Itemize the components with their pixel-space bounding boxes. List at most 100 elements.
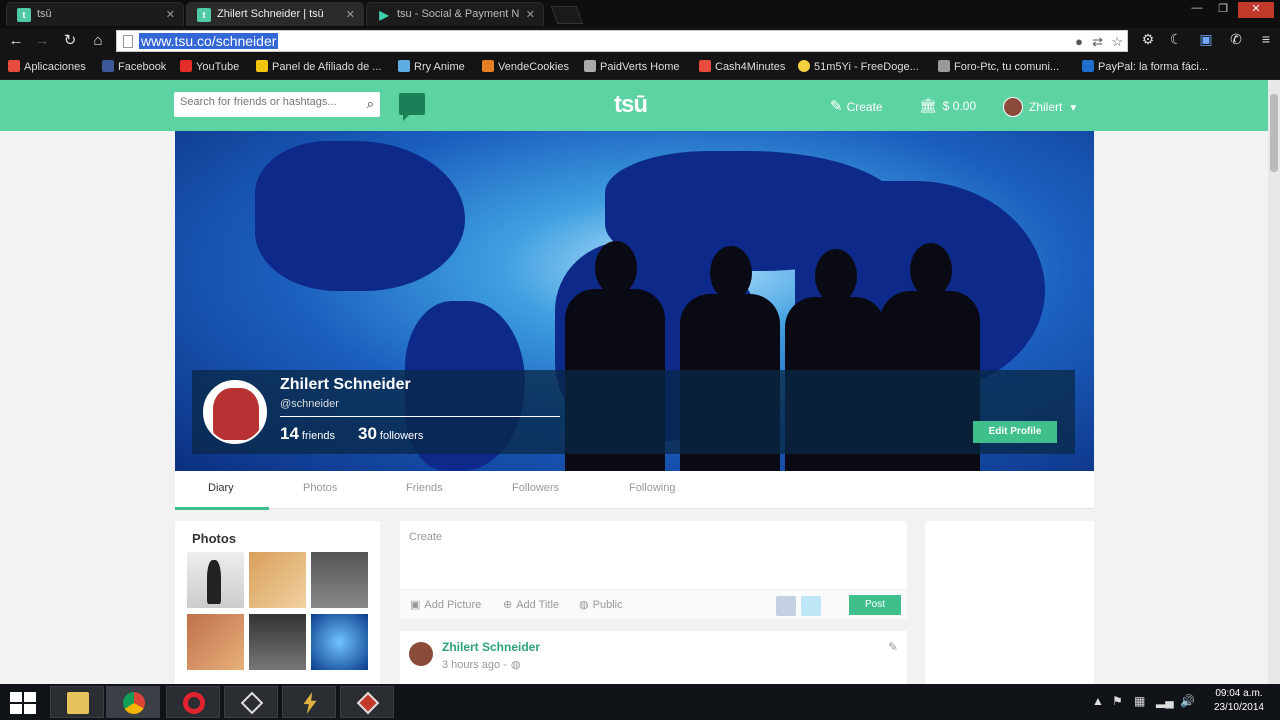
- site-logo[interactable]: tsū: [614, 91, 648, 119]
- tab-title: tsu - Social & Payment N: [397, 8, 520, 20]
- edit-profile-button[interactable]: Edit Profile: [973, 421, 1057, 443]
- chrome-icon: [123, 692, 145, 714]
- followers-count[interactable]: 30 followers: [358, 424, 423, 444]
- pin-icon[interactable]: ✎: [888, 640, 898, 654]
- composer-input[interactable]: Create: [409, 531, 442, 543]
- taskbar-app[interactable]: [282, 686, 336, 718]
- bookmark-star-icon[interactable]: ☆: [1111, 34, 1123, 50]
- translate-icon[interactable]: ⇄: [1092, 34, 1103, 50]
- close-tab-icon[interactable]: ✕: [346, 8, 355, 21]
- system-clock[interactable]: 09:04 a.m. 23/10/2014: [1214, 687, 1264, 715]
- bank-icon: 🏛: [919, 97, 937, 113]
- bookmark-panel[interactable]: Panel de Afiliado de ...: [256, 60, 381, 73]
- twitter-share-icon[interactable]: [801, 596, 821, 616]
- avatar[interactable]: [409, 642, 433, 666]
- scrollbar-thumb[interactable]: [1270, 94, 1278, 172]
- user-menu[interactable]: Zhilert ▼: [1003, 97, 1078, 117]
- browser-tab-tsu[interactable]: t tsū ✕: [6, 2, 184, 26]
- app-icon: [356, 691, 380, 715]
- close-window-icon[interactable]: ✕: [1238, 2, 1274, 18]
- photo-thumbnail[interactable]: [249, 614, 306, 670]
- photo-thumbnail[interactable]: [187, 614, 244, 670]
- map-north-america: [255, 141, 465, 291]
- tab-following[interactable]: Following: [629, 482, 675, 494]
- volume-icon[interactable]: 🔊: [1180, 694, 1195, 708]
- photo-thumbnail[interactable]: [187, 552, 244, 608]
- bookmark-freedoge[interactable]: 51m5Yi - FreeDoge...: [798, 60, 919, 73]
- profile-avatar[interactable]: [203, 380, 267, 444]
- post-time: 3 hours ago - ◍: [442, 659, 521, 671]
- moon-extension-icon[interactable]: ☾: [1166, 31, 1186, 51]
- bookmark-youtube[interactable]: YouTube: [180, 60, 239, 73]
- play-favicon-icon: ▶: [379, 8, 389, 22]
- visibility-button[interactable]: ◍ Public: [579, 598, 623, 611]
- windows-start-icon[interactable]: [10, 692, 38, 714]
- search-input[interactable]: [180, 96, 350, 108]
- taskbar-chrome[interactable]: [106, 686, 160, 718]
- bookmark-vendecookies[interactable]: VendeCookies: [482, 60, 569, 73]
- photo-thumbnail[interactable]: [249, 552, 306, 608]
- tray-expand-icon[interactable]: ▲: [1092, 694, 1104, 708]
- folder-icon: [67, 692, 89, 714]
- site-header: ⌕ tsū ✎Create 🏛$ 0.00 Zhilert▼: [0, 80, 1268, 131]
- taskbar-app[interactable]: [224, 686, 278, 718]
- bookmark-paidverts[interactable]: PaidVerts Home: [584, 60, 679, 73]
- browser-tab-profile[interactable]: t Zhilert Schneider | tsū ✕: [186, 2, 364, 26]
- new-tab-button[interactable]: [550, 6, 584, 24]
- home-icon[interactable]: ⌂: [88, 31, 108, 51]
- search-icon[interactable]: ⌕: [367, 96, 374, 112]
- extension-icon[interactable]: ⚙: [1138, 31, 1158, 51]
- taskbar-app[interactable]: [340, 686, 394, 718]
- taskbar-opera[interactable]: [166, 686, 220, 718]
- url-text[interactable]: www.tsu.co/schneider: [139, 33, 279, 49]
- reload-icon[interactable]: ↻: [60, 31, 80, 51]
- profile-handle: @schneider: [280, 398, 339, 410]
- messages-icon[interactable]: [399, 93, 425, 121]
- chat-extension-icon[interactable]: ✆: [1226, 31, 1246, 51]
- composer-card: Create ▣ Add Picture ⊕ Add Title ◍ Public P…: [400, 521, 907, 619]
- page-scrollbar[interactable]: [1268, 80, 1280, 684]
- flag-icon[interactable]: ⚑: [1112, 694, 1123, 708]
- back-icon[interactable]: ←: [6, 31, 26, 51]
- page-viewport: ⌕ tsū ✎Create 🏛$ 0.00 Zhilert▼ Zhilert S…: [0, 80, 1268, 684]
- close-tab-icon[interactable]: ✕: [166, 8, 175, 21]
- tab-diary[interactable]: Diary: [208, 482, 234, 494]
- translate-extension-icon[interactable]: ▣: [1196, 31, 1216, 51]
- tab-followers[interactable]: Followers: [512, 482, 559, 494]
- create-link[interactable]: ✎ Create: [830, 97, 883, 115]
- friends-count[interactable]: 14 friends: [280, 424, 335, 444]
- post-author[interactable]: Zhilert Schneider: [442, 640, 540, 654]
- microphone-icon[interactable]: ●: [1075, 34, 1083, 49]
- bookmark-cash4minutes[interactable]: Cash4Minutes: [699, 60, 785, 73]
- photo-thumbnail[interactable]: [311, 552, 368, 608]
- bookmark-apps[interactable]: Aplicaciones: [8, 60, 86, 73]
- photo-thumbnail[interactable]: [311, 614, 368, 670]
- taskbar-file-explorer[interactable]: [50, 686, 104, 718]
- balance-link[interactable]: 🏛 $ 0.00: [919, 97, 976, 114]
- bookmark-foro-ptc[interactable]: Foro-Ptc, tu comuni...: [938, 60, 1059, 73]
- panel-icon: [256, 60, 268, 72]
- address-bar[interactable]: www.tsu.co/schneider ● ⇄ ☆: [116, 30, 1128, 52]
- forward-icon[interactable]: →: [32, 31, 52, 51]
- bookmark-paypal[interactable]: PayPal: la forma fáci...: [1082, 60, 1208, 73]
- close-tab-icon[interactable]: ✕: [526, 8, 535, 21]
- facebook-share-icon[interactable]: [776, 596, 796, 616]
- tab-friends[interactable]: Friends: [406, 482, 443, 494]
- tab-photos[interactable]: Photos: [303, 482, 337, 494]
- windows-taskbar: ▲ ⚑ ▦ ▂▄ 🔊 09:04 a.m. 23/10/2014: [0, 684, 1280, 720]
- minimize-icon[interactable]: —: [1186, 2, 1208, 18]
- add-picture-button[interactable]: ▣ Add Picture: [410, 598, 481, 611]
- post-button[interactable]: Post: [849, 595, 901, 615]
- maximize-icon[interactable]: ❐: [1212, 2, 1234, 18]
- signal-icon[interactable]: ▂▄: [1156, 694, 1174, 708]
- browser-tab-social[interactable]: ▶ tsu - Social & Payment N ✕: [366, 2, 544, 26]
- network-icon[interactable]: ▦: [1134, 694, 1145, 708]
- apps-grid-icon: [8, 60, 20, 72]
- add-title-button[interactable]: ⊕ Add Title: [503, 598, 559, 611]
- browser-tab-strip: t tsū ✕ t Zhilert Schneider | tsū ✕ ▶ ts…: [0, 0, 1280, 28]
- menu-icon[interactable]: ≡: [1256, 31, 1276, 51]
- paypal-icon: [1082, 60, 1094, 72]
- bookmark-facebook[interactable]: Facebook: [102, 60, 166, 73]
- app-icon: [240, 691, 264, 715]
- bookmark-anime[interactable]: Rry Anime: [398, 60, 465, 73]
